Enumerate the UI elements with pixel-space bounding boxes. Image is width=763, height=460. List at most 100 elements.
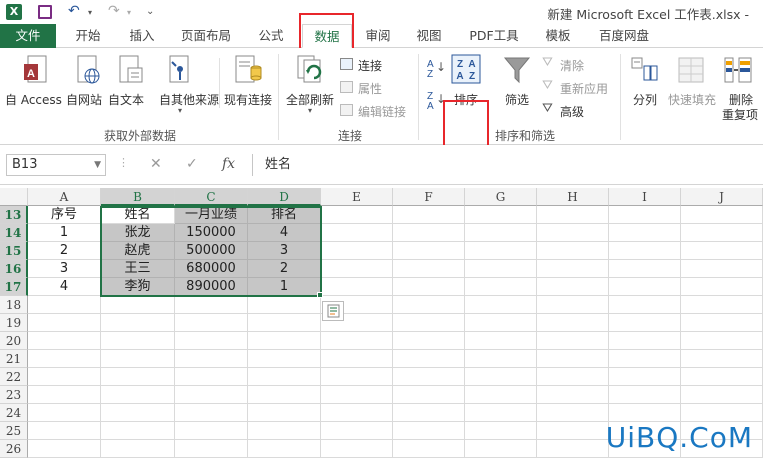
column-header-i[interactable]: I bbox=[609, 188, 681, 206]
cell[interactable]: 2 bbox=[28, 242, 101, 260]
cell[interactable] bbox=[393, 314, 465, 332]
cell[interactable] bbox=[465, 278, 537, 296]
save-icon[interactable] bbox=[38, 5, 52, 19]
cell[interactable] bbox=[537, 278, 609, 296]
cell[interactable] bbox=[101, 422, 175, 440]
cell[interactable] bbox=[101, 332, 175, 350]
fill-handle[interactable] bbox=[317, 292, 323, 298]
column-header-b[interactable]: B bbox=[101, 188, 175, 206]
cell[interactable]: 4 bbox=[28, 278, 101, 296]
tab-file[interactable]: 文件 bbox=[0, 24, 56, 48]
cell[interactable] bbox=[465, 314, 537, 332]
cell[interactable] bbox=[537, 404, 609, 422]
column-header-d[interactable]: D bbox=[248, 188, 321, 206]
cell[interactable]: 4 bbox=[248, 224, 321, 242]
cell[interactable] bbox=[175, 350, 248, 368]
cell[interactable] bbox=[609, 386, 681, 404]
cell[interactable] bbox=[465, 296, 537, 314]
cell[interactable] bbox=[681, 332, 763, 350]
column-header-g[interactable]: G bbox=[465, 188, 537, 206]
cell[interactable] bbox=[393, 386, 465, 404]
cell[interactable] bbox=[28, 404, 101, 422]
cell[interactable] bbox=[681, 386, 763, 404]
cell[interactable] bbox=[681, 314, 763, 332]
column-header-f[interactable]: F bbox=[393, 188, 465, 206]
cell[interactable] bbox=[465, 350, 537, 368]
enter-icon[interactable]: ✓ bbox=[186, 156, 198, 172]
cell[interactable]: 2 bbox=[248, 260, 321, 278]
cell[interactable] bbox=[393, 368, 465, 386]
cell[interactable] bbox=[28, 386, 101, 404]
customize-toolbar-icon[interactable]: ⌄ bbox=[146, 6, 154, 17]
cell[interactable] bbox=[537, 260, 609, 278]
cancel-icon[interactable]: ✕ bbox=[150, 156, 162, 172]
cell[interactable] bbox=[609, 404, 681, 422]
cell[interactable] bbox=[609, 368, 681, 386]
cell[interactable] bbox=[321, 224, 393, 242]
cell[interactable] bbox=[321, 350, 393, 368]
cell[interactable] bbox=[393, 296, 465, 314]
redo-icon[interactable]: ↷ bbox=[108, 3, 120, 19]
cell[interactable]: 张龙 bbox=[101, 224, 175, 242]
cell[interactable]: 李狗 bbox=[101, 278, 175, 296]
cell[interactable] bbox=[609, 332, 681, 350]
cell[interactable]: 500000 bbox=[175, 242, 248, 260]
cell[interactable] bbox=[681, 404, 763, 422]
cell[interactable] bbox=[465, 386, 537, 404]
cell[interactable] bbox=[465, 260, 537, 278]
cell[interactable] bbox=[609, 206, 681, 224]
cell[interactable] bbox=[537, 386, 609, 404]
cell[interactable]: 1 bbox=[28, 224, 101, 242]
cell[interactable] bbox=[393, 440, 465, 458]
cell[interactable]: 1 bbox=[248, 278, 321, 296]
row-header[interactable]: 14 bbox=[0, 224, 28, 242]
cell[interactable] bbox=[175, 386, 248, 404]
cell[interactable] bbox=[321, 404, 393, 422]
cell[interactable] bbox=[465, 440, 537, 458]
cell[interactable] bbox=[465, 206, 537, 224]
cell[interactable] bbox=[537, 314, 609, 332]
column-header-j[interactable]: J bbox=[681, 188, 763, 206]
row-header[interactable]: 13 bbox=[0, 206, 28, 224]
cell[interactable] bbox=[28, 440, 101, 458]
cell[interactable] bbox=[609, 296, 681, 314]
cell[interactable] bbox=[609, 314, 681, 332]
cell[interactable] bbox=[537, 368, 609, 386]
cell[interactable] bbox=[28, 350, 101, 368]
cell[interactable]: 3 bbox=[28, 260, 101, 278]
cell[interactable] bbox=[537, 350, 609, 368]
cell[interactable] bbox=[248, 296, 321, 314]
row-header[interactable]: 19 bbox=[0, 314, 28, 332]
cell[interactable] bbox=[465, 332, 537, 350]
cell[interactable] bbox=[28, 296, 101, 314]
cell[interactable] bbox=[101, 440, 175, 458]
column-header-e[interactable]: E bbox=[321, 188, 393, 206]
row-header[interactable]: 22 bbox=[0, 368, 28, 386]
column-header-h[interactable]: H bbox=[537, 188, 609, 206]
cell[interactable] bbox=[681, 296, 763, 314]
cell[interactable]: 王三 bbox=[101, 260, 175, 278]
cell[interactable] bbox=[609, 224, 681, 242]
cell[interactable] bbox=[101, 404, 175, 422]
cell[interactable] bbox=[465, 368, 537, 386]
cell[interactable] bbox=[393, 206, 465, 224]
cell[interactable] bbox=[537, 422, 609, 440]
cell[interactable] bbox=[537, 206, 609, 224]
cell[interactable]: 姓名 bbox=[101, 206, 175, 224]
formula-input[interactable]: 姓名 bbox=[252, 154, 763, 176]
tab-home[interactable]: 开始 bbox=[64, 24, 112, 48]
column-header-c[interactable]: C bbox=[175, 188, 248, 206]
cell[interactable] bbox=[609, 242, 681, 260]
row-header[interactable]: 21 bbox=[0, 350, 28, 368]
cell[interactable]: 3 bbox=[248, 242, 321, 260]
cell[interactable] bbox=[101, 314, 175, 332]
cell[interactable] bbox=[175, 332, 248, 350]
tab-page-layout[interactable]: 页面布局 bbox=[172, 24, 240, 48]
cell[interactable] bbox=[101, 386, 175, 404]
row-header[interactable]: 18 bbox=[0, 296, 28, 314]
cell[interactable] bbox=[393, 350, 465, 368]
undo-icon[interactable]: ↶ bbox=[68, 3, 80, 19]
cell[interactable] bbox=[609, 260, 681, 278]
cell[interactable] bbox=[393, 422, 465, 440]
cell[interactable]: 排名 bbox=[248, 206, 321, 224]
